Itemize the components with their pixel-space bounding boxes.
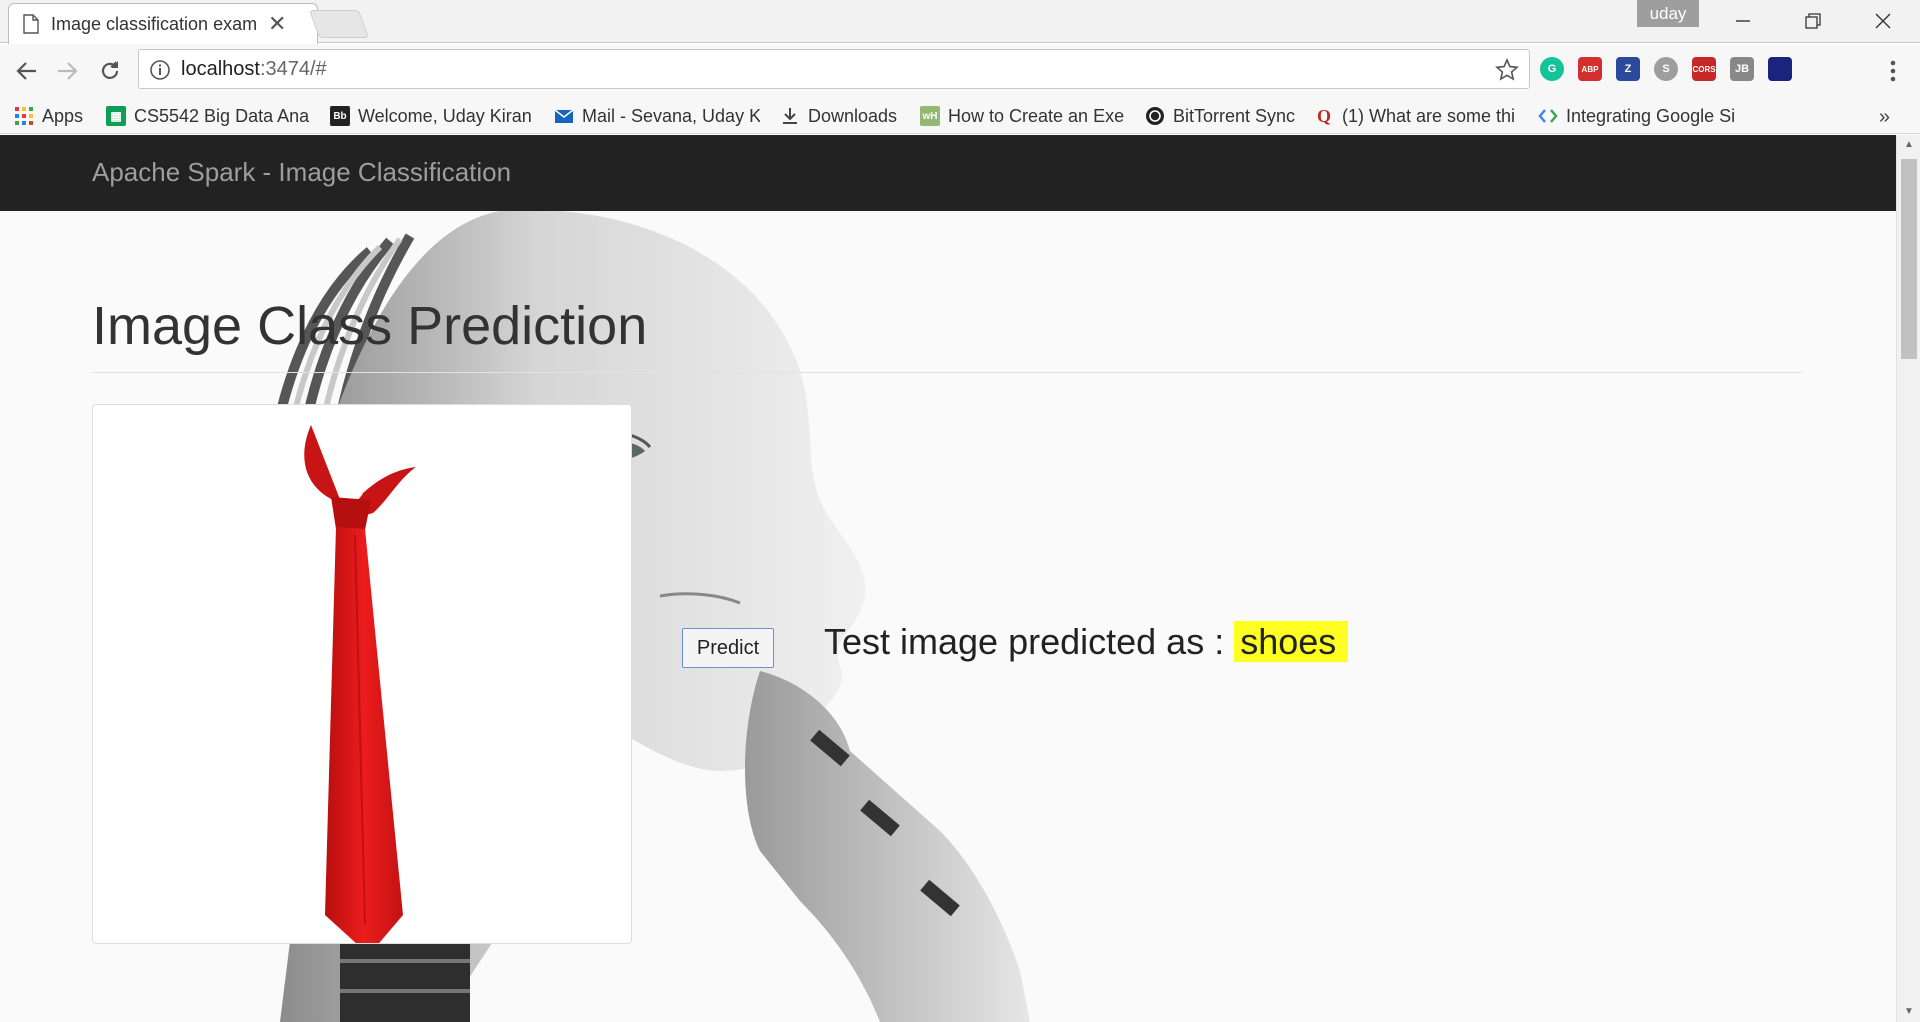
browser-toolbar: localhost:3474/# G ABP Z S CORS JB [0,44,1920,98]
bookmark-blackboard[interactable]: Bb Welcome, Uday Kiran [330,104,532,128]
bookmark-quora[interactable]: Q (1) What are some thi [1314,104,1518,128]
tab-title: Image classification exam [51,13,256,34]
brand-link[interactable]: Apache Spark - Image Classification [92,157,511,188]
zotero-icon[interactable]: Z [1616,57,1640,81]
minimize-icon [1736,20,1750,22]
page-icon [23,14,39,34]
url-text[interactable]: localhost:3474/# [181,58,327,81]
bookmark-wikihow[interactable]: wH How to Create an Exe [920,104,1124,128]
site-navbar: Apache Spark - Image Classification [0,135,1896,211]
bookmark-label: CS5542 Big Data Anal [134,105,310,126]
heading-divider [92,372,1802,373]
bookmark-label: BitTorrent Sync [1173,105,1296,126]
back-button[interactable] [10,54,44,88]
jetbrains-icon[interactable]: JB [1730,57,1754,81]
kebab-menu-icon [1890,60,1896,82]
address-bar[interactable]: localhost:3474/# [138,49,1530,89]
bookmark-label: Downloads [808,105,898,126]
grammarly-icon[interactable]: G [1540,57,1564,81]
google-icon [1538,109,1558,123]
tab-strip: Image classification exam ✕ uday [0,0,1920,44]
sheets-icon: ▦ [106,106,126,126]
red-tie-image [304,425,416,955]
quora-icon: Q [1316,105,1331,126]
forward-arrow-icon [58,62,78,80]
wikihow-icon: wH [920,106,940,126]
adblock-plus-icon[interactable]: ABP [1578,57,1602,81]
back-arrow-icon [16,62,36,80]
flag-icon[interactable] [1768,57,1792,81]
result-prefix: Test image predicted as : [824,621,1225,662]
more-bookmarks-icon[interactable]: » [1879,106,1890,129]
predicted-class: shoes [1234,621,1349,662]
scroll-down-icon[interactable]: ▼ [1903,1006,1915,1018]
mail-icon [554,109,574,123]
bookmark-star-icon[interactable] [1495,58,1519,82]
restore-icon [1805,13,1821,29]
bookmark-downloads[interactable]: Downloads [780,104,906,128]
bookmark-label: How to Create an Exe [948,105,1124,126]
page-viewport: Apache Spark - Image Classification Imag… [0,135,1896,1022]
minimize-button[interactable] [1713,4,1773,38]
predict-button[interactable]: Predict [682,628,774,668]
bookmark-apps[interactable]: Apps [14,104,94,128]
bookmark-label: Mail - Sevana, Uday K [582,105,760,126]
page-scrollbar[interactable]: ▲ ▼ [1896,135,1920,1022]
blackboard-icon: Bb [330,106,350,126]
forward-button[interactable] [50,54,84,88]
skype-icon[interactable]: S [1654,57,1678,81]
cors-icon[interactable]: CORS [1692,57,1716,81]
browser-tab[interactable]: Image classification exam ✕ [8,3,318,44]
info-icon[interactable] [149,59,171,81]
profile-button[interactable]: uday [1637,0,1699,27]
reload-button[interactable] [93,54,127,88]
page-heading: Image Class Prediction [92,296,648,356]
scroll-up-icon[interactable]: ▲ [1903,139,1915,151]
url-path: :3474/# [259,58,327,80]
bookmark-cs5542[interactable]: ▦ CS5542 Big Data Anal [106,104,310,128]
bookmark-label: Welcome, Uday Kiran [358,105,532,126]
close-icon [1875,13,1891,29]
bookmark-label: Integrating Google Si [1566,105,1736,126]
bittorrent-icon [1146,107,1164,125]
scrollbar-thumb[interactable] [1901,159,1917,359]
bookmark-mail[interactable]: Mail - Sevana, Uday K [554,104,760,128]
download-icon [783,108,797,124]
reload-icon [101,61,119,79]
bookmark-label: Apps [42,105,84,126]
test-image-thumbnail [92,404,632,955]
bookmark-google[interactable]: Integrating Google Si [1538,104,1744,128]
close-window-button[interactable] [1853,4,1913,38]
bookmark-label: (1) What are some thi [1342,105,1516,126]
url-host: localhost [181,58,260,80]
tab-close-icon[interactable]: ✕ [268,11,286,36]
bookmark-bittorrent[interactable]: BitTorrent Sync [1145,104,1297,128]
new-tab-button[interactable] [308,10,370,38]
chrome-menu-button[interactable] [1876,54,1910,88]
bookmarks-bar: Apps ▦ CS5542 Big Data Anal Bb Welcome, … [0,98,1920,134]
restore-button[interactable] [1783,4,1843,38]
apps-grid-icon [15,107,33,125]
prediction-result: Test image predicted as : shoes [824,621,1349,663]
